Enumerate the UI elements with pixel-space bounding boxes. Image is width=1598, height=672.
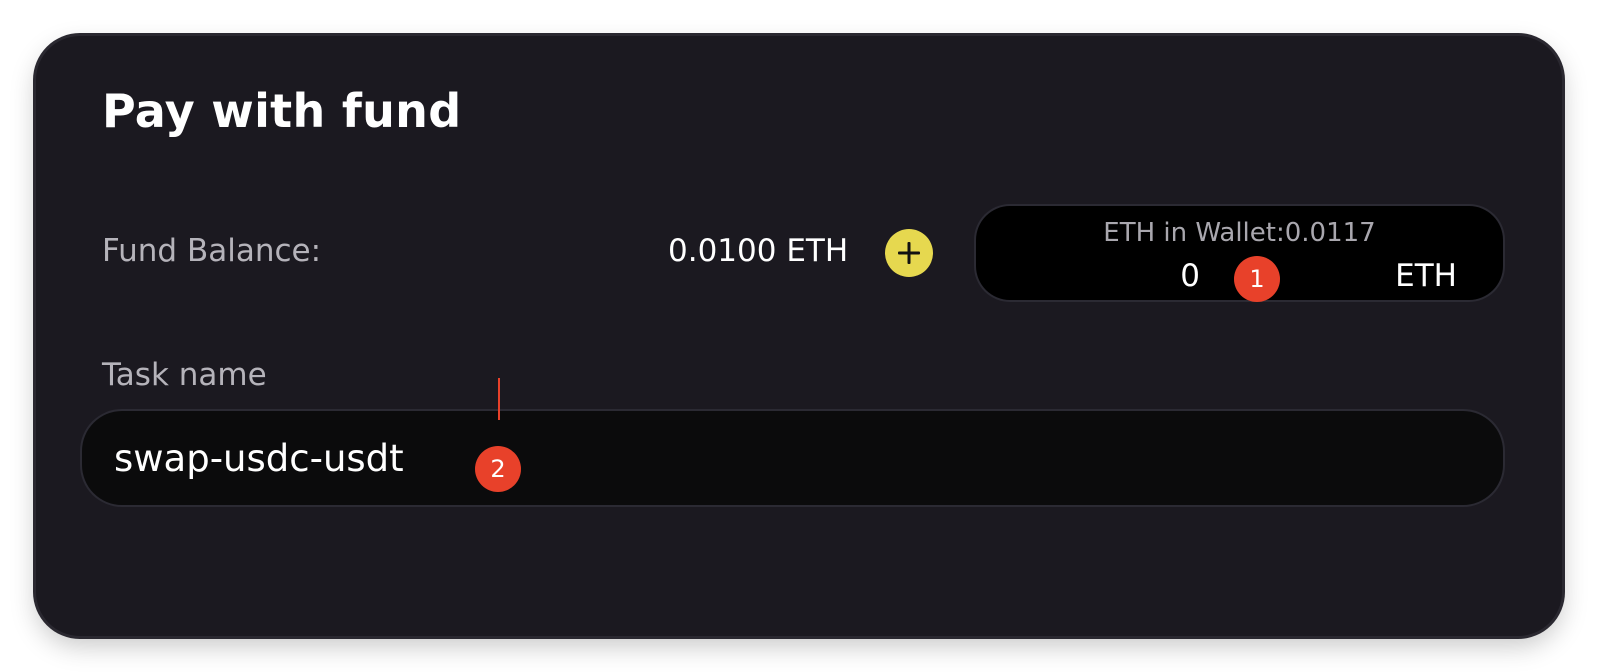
annotation-pointer-line bbox=[498, 378, 500, 420]
task-name-label: Task name bbox=[102, 357, 267, 393]
annotation-marker-1: 1 bbox=[1234, 256, 1280, 302]
task-name-input[interactable] bbox=[114, 436, 1014, 480]
panel-title: Pay with fund bbox=[102, 84, 462, 138]
task-name-field bbox=[82, 411, 1503, 505]
eth-unit-label: ETH bbox=[1395, 258, 1457, 294]
fund-balance-label: Fund Balance: bbox=[102, 233, 322, 269]
annotation-marker-2: 2 bbox=[475, 446, 521, 492]
add-fund-button[interactable] bbox=[885, 229, 933, 277]
pay-with-fund-panel: Pay with fund Fund Balance: 0.0100 ETH E… bbox=[36, 36, 1562, 636]
eth-in-wallet-label: ETH in Wallet:0.0117 bbox=[1103, 218, 1376, 248]
plus-icon bbox=[898, 242, 920, 264]
fund-balance-value: 0.0100 ETH bbox=[668, 233, 849, 269]
eth-amount-input[interactable] bbox=[1036, 258, 1200, 294]
